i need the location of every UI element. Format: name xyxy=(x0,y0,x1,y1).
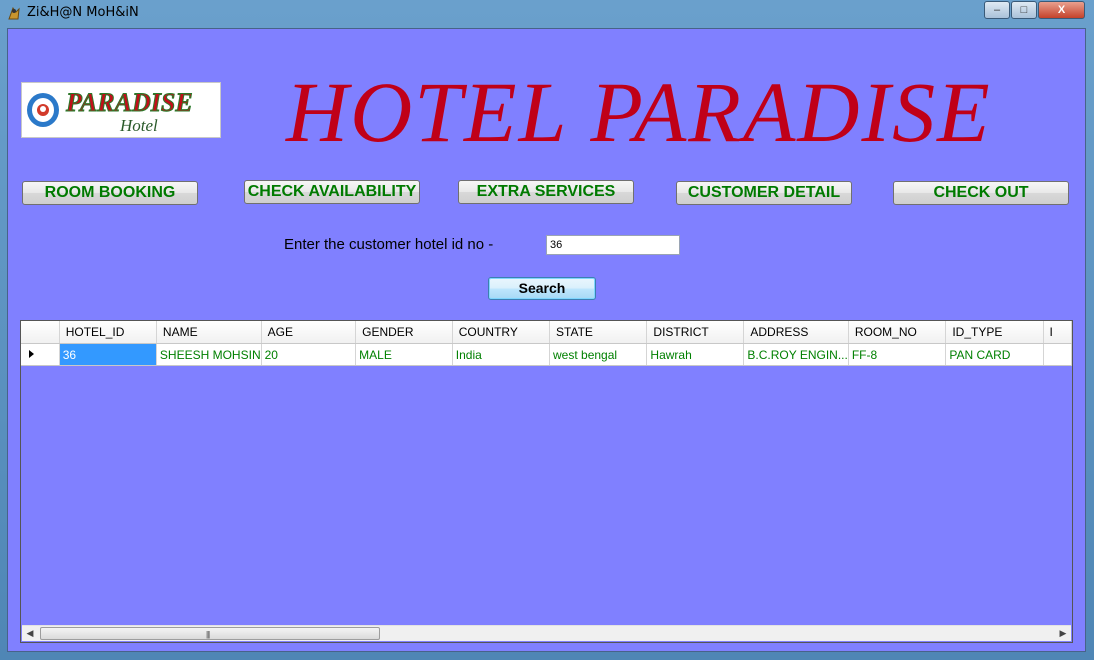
close-button[interactable]: X xyxy=(1038,1,1085,19)
cell-address[interactable]: B.C.ROY ENGIN... xyxy=(743,343,849,366)
hotel-headline: HOTEL PARADISE xyxy=(286,64,992,160)
svg-text:PARADISE: PARADISE xyxy=(65,88,193,117)
scroll-right-arrow-icon[interactable]: ▶ xyxy=(1055,626,1071,641)
form-client-area: PARADISE Hotel HOTEL PARADISE ROOM BOOKI… xyxy=(7,28,1086,652)
column-header-district[interactable]: DISTRICT xyxy=(646,321,745,344)
grid-header-row: HOTEL_ID NAME AGE GENDER COUNTRY STATE D… xyxy=(21,321,1072,344)
column-header-gender[interactable]: GENDER xyxy=(355,321,453,344)
cell-country[interactable]: India xyxy=(452,343,551,366)
cell-district[interactable]: Hawrah xyxy=(646,343,745,366)
check-out-button[interactable]: CHECK OUT xyxy=(893,181,1069,205)
hotel-id-input[interactable] xyxy=(546,235,680,255)
cell-id-type[interactable]: PAN CARD xyxy=(945,343,1044,366)
room-booking-button[interactable]: ROOM BOOKING xyxy=(22,181,198,205)
cell-state[interactable]: west bengal xyxy=(549,343,648,366)
window-title: Zi&H@N MoH&iN xyxy=(27,5,139,20)
column-header-hotel-id[interactable]: HOTEL_ID xyxy=(59,321,157,344)
svg-text:Hotel: Hotel xyxy=(119,116,158,135)
hotel-logo: PARADISE Hotel xyxy=(21,82,221,138)
cell-hotel-id[interactable]: 36 xyxy=(59,343,157,366)
cell-name[interactable]: SHEESH MOHSIN xyxy=(156,343,262,366)
logo-emblem-icon: PARADISE Hotel xyxy=(27,88,193,135)
minimize-button[interactable]: – xyxy=(984,1,1010,19)
cell-partial[interactable] xyxy=(1043,343,1072,366)
search-button[interactable]: Search xyxy=(488,277,596,300)
maximize-button[interactable]: □ xyxy=(1011,1,1037,19)
scroll-left-arrow-icon[interactable]: ◀ xyxy=(22,626,38,641)
row-header-current[interactable] xyxy=(21,343,60,366)
check-availability-button[interactable]: CHECK AVAILABILITY xyxy=(244,180,420,204)
table-row[interactable]: 36 SHEESH MOHSIN 20 MALE India west beng… xyxy=(21,343,1072,366)
cell-age[interactable]: 20 xyxy=(261,343,357,366)
cell-room-no[interactable]: FF-8 xyxy=(848,343,947,366)
current-row-arrow-icon xyxy=(29,350,34,358)
extra-services-button[interactable]: EXTRA SERVICES xyxy=(458,180,634,204)
column-header-age[interactable]: AGE xyxy=(261,321,357,344)
app-icon xyxy=(8,6,20,20)
column-header-partial[interactable]: I xyxy=(1043,321,1072,344)
scroll-thumb[interactable]: ||| xyxy=(40,627,380,640)
horizontal-scrollbar[interactable]: ◀ ||| ▶ xyxy=(22,625,1071,641)
column-header-name[interactable]: NAME xyxy=(156,321,262,344)
column-header-id-type[interactable]: ID_TYPE xyxy=(945,321,1044,344)
column-header-address[interactable]: ADDRESS xyxy=(743,321,849,344)
cell-gender[interactable]: MALE xyxy=(355,343,453,366)
title-bar[interactable]: Zi&H@N MoH&iN – □ X xyxy=(0,0,1094,26)
column-header-room-no[interactable]: ROOM_NO xyxy=(848,321,947,344)
hotel-id-prompt: Enter the customer hotel id no - xyxy=(284,236,494,253)
column-header-country[interactable]: COUNTRY xyxy=(452,321,551,344)
customer-detail-button[interactable]: CUSTOMER DETAIL xyxy=(676,181,852,205)
app-window: Zi&H@N MoH&iN – □ X PARADISE Hotel HOTEL… xyxy=(0,0,1094,660)
customer-data-grid[interactable]: HOTEL_ID NAME AGE GENDER COUNTRY STATE D… xyxy=(20,320,1073,643)
grid-corner-header[interactable] xyxy=(21,321,60,344)
grip-icon: ||| xyxy=(206,630,210,639)
column-header-state[interactable]: STATE xyxy=(549,321,648,344)
